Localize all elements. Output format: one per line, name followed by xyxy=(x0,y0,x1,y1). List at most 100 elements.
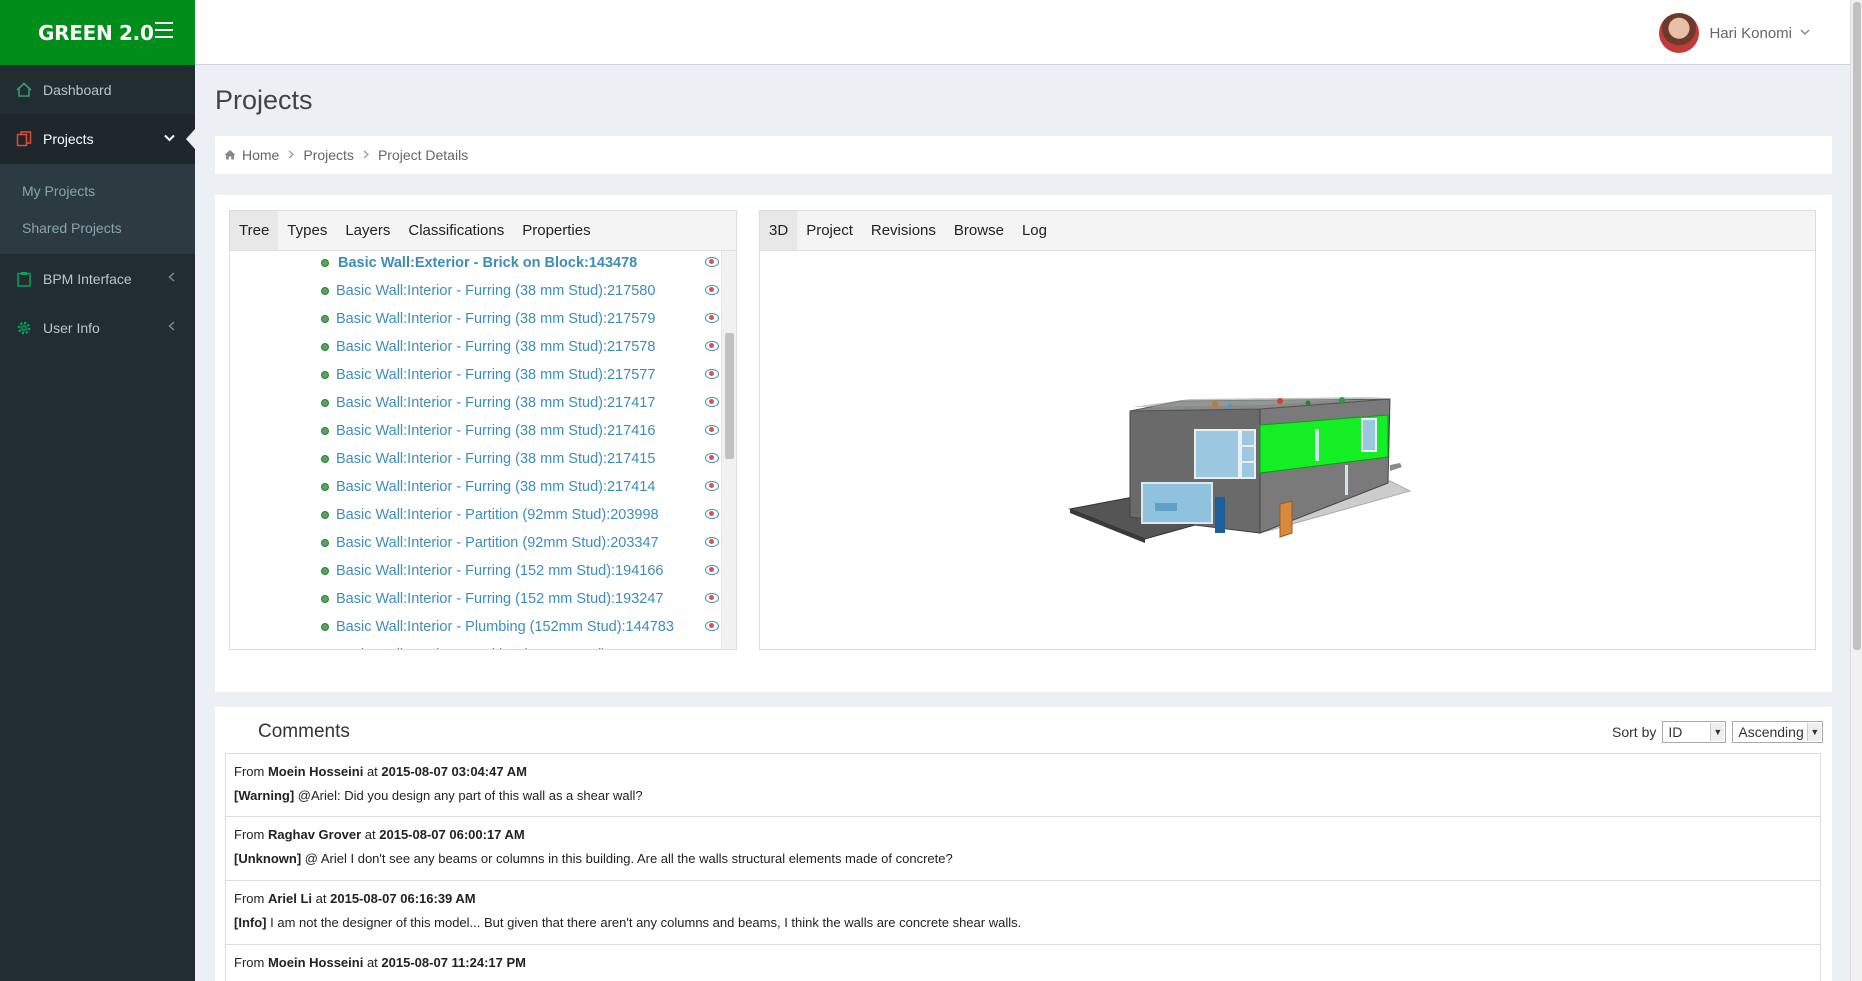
tab-properties[interactable]: Properties xyxy=(513,211,599,250)
eye-icon[interactable] xyxy=(705,425,719,435)
tree-item[interactable]: Basic Wall:Interior - Furring (152 mm St… xyxy=(230,559,721,587)
tree-item[interactable]: Basic Wall:Interior - Furring (38 mm Stu… xyxy=(230,475,721,503)
tree-item-label[interactable]: Basic Wall:Interior - Plumbing (152mm St… xyxy=(336,619,674,635)
comment-author[interactable]: Moein Hosseini xyxy=(268,955,363,970)
comment-item: From Ariel Li at 2015-08-07 06:16:39 AM [… xyxy=(225,881,1821,945)
user-menu[interactable]: Hari Konomi xyxy=(1659,13,1810,53)
eye-icon[interactable] xyxy=(705,397,719,407)
sidebar-item-label: User Info xyxy=(43,319,100,336)
sidebar-item-label: Dashboard xyxy=(43,81,112,98)
scrollbar-thumb[interactable] xyxy=(725,333,734,459)
tree-item-label[interactable]: Basic Wall:Interior - Furring (38 mm Stu… xyxy=(336,451,655,467)
comment-date: 2015-08-07 03:04:47 AM xyxy=(381,764,527,779)
tab-layers[interactable]: Layers xyxy=(336,211,399,250)
breadcrumb-projects[interactable]: Projects xyxy=(303,147,354,163)
eye-icon[interactable] xyxy=(705,313,719,323)
tree-item-label[interactable]: Basic Wall:Interior - Furring (152 mm St… xyxy=(336,591,663,607)
sort-controls: Sort by ID ▼ Ascending ▼ xyxy=(1612,721,1824,743)
logo-bar: GREEN 2.0 xyxy=(0,0,195,65)
top-navbar: Hari Konomi xyxy=(195,0,1850,65)
sidebar-item-dashboard[interactable]: Dashboard xyxy=(0,65,195,114)
tree-item-label[interactable]: Basic Wall:Interior - Furring (38 mm Stu… xyxy=(336,479,655,495)
eye-icon[interactable] xyxy=(705,621,719,631)
scrollbar-thumb[interactable] xyxy=(1853,2,1861,650)
eye-icon[interactable] xyxy=(705,257,719,267)
sidebar-item-projects[interactable]: Projects xyxy=(0,114,195,164)
tab-types[interactable]: Types xyxy=(278,211,336,250)
comment-at: at xyxy=(366,955,378,970)
node-bullet-icon xyxy=(321,539,329,547)
tab-3d[interactable]: 3D xyxy=(760,211,798,250)
chevron-left-icon xyxy=(168,321,175,334)
tree-item[interactable]: Basic Wall:Interior - Furring (38 mm Stu… xyxy=(230,279,721,307)
node-bullet-icon xyxy=(321,455,329,463)
tab-revisions[interactable]: Revisions xyxy=(862,211,945,250)
comment-author[interactable]: Moein Hosseini xyxy=(268,764,363,779)
files-icon xyxy=(15,131,33,147)
sort-order-select[interactable]: Ascending ▼ xyxy=(1732,721,1824,743)
comment-author[interactable]: Raghav Grover xyxy=(268,827,361,842)
tree-item[interactable]: Basic Wall:Interior - Furring (38 mm Stu… xyxy=(230,363,721,391)
node-bullet-icon xyxy=(321,315,329,323)
project-details-box: Tree Types Layers Classifications Proper… xyxy=(215,195,1832,692)
tree-item-label[interactable]: Basic Wall:Interior - Furring (38 mm Stu… xyxy=(336,311,655,327)
eye-icon[interactable] xyxy=(705,369,719,379)
sort-field-select[interactable]: ID ▼ xyxy=(1662,721,1727,743)
eye-icon[interactable] xyxy=(705,593,719,603)
eye-icon[interactable] xyxy=(705,481,719,491)
chevron-left-icon xyxy=(168,272,175,285)
tab-browse[interactable]: Browse xyxy=(945,211,1013,250)
app-brand[interactable]: GREEN 2.0 xyxy=(38,21,154,45)
eye-icon[interactable] xyxy=(705,537,719,547)
comment-author[interactable]: Ariel Li xyxy=(268,891,312,906)
tab-project[interactable]: Project xyxy=(797,211,862,250)
tree-item[interactable]: Basic Wall:Interior - Furring (38 mm Stu… xyxy=(230,419,721,447)
eye-icon[interactable] xyxy=(705,453,719,463)
tree-item[interactable]: Basic Wall:Interior - Furring (38 mm Stu… xyxy=(230,391,721,419)
tree-scrollbar[interactable] xyxy=(721,251,736,649)
sidebar-item-my-projects[interactable]: My Projects xyxy=(0,172,195,209)
tree-item[interactable]: Basic Wall:Interior - Furring (38 mm Stu… xyxy=(230,307,721,335)
tab-log[interactable]: Log xyxy=(1013,211,1056,250)
tree-item[interactable]: Basic Wall:Interior - Partition (92mm St… xyxy=(230,531,721,559)
comment-body: [Unknown] @ Ariel I don't see any beams … xyxy=(234,851,953,866)
tree-item[interactable]: Basic Wall:Interior - Partition (92mm St… xyxy=(230,503,721,531)
tree-item-label[interactable]: Basic Wall:Interior - Partition (92mm St… xyxy=(336,535,659,551)
building-3d-model[interactable] xyxy=(760,251,1815,649)
comment-date: 2015-08-07 06:00:17 AM xyxy=(379,827,525,842)
tree-item-label[interactable]: Basic Wall:Interior - Furring (38 mm Stu… xyxy=(336,339,655,355)
tree-item[interactable]: Basic Wall:Interior - Partition (92mm St… xyxy=(230,643,721,649)
tree-item[interactable]: Basic Wall:Interior - Plumbing (152mm St… xyxy=(230,615,721,643)
tree-item-label[interactable]: Basic Wall:Interior - Furring (38 mm Stu… xyxy=(336,395,655,411)
sidebar-item-bpm-interface[interactable]: BPM Interface xyxy=(0,254,195,303)
tree-item[interactable]: Basic Wall:Exterior - Brick on Block:143… xyxy=(230,251,721,279)
tab-classifications[interactable]: Classifications xyxy=(399,211,513,250)
breadcrumb: Home Projects Project Details xyxy=(215,136,1832,174)
sidebar-item-user-info[interactable]: User Info xyxy=(0,303,195,352)
tree-item-label[interactable]: Basic Wall:Exterior - Brick on Block:143… xyxy=(338,255,637,271)
comment-date: 2015-08-07 11:24:17 PM xyxy=(381,955,526,970)
eye-icon[interactable] xyxy=(705,341,719,351)
tree-item-label[interactable]: Basic Wall:Interior - Furring (38 mm Stu… xyxy=(336,283,655,299)
eye-icon[interactable] xyxy=(705,565,719,575)
tree-item-label[interactable]: Basic Wall:Interior - Furring (38 mm Stu… xyxy=(336,423,655,439)
viewer-panel: 3D Project Revisions Browse Log xyxy=(759,210,1816,650)
3d-viewer-canvas[interactable] xyxy=(760,251,1815,649)
tree-item[interactable]: Basic Wall:Interior - Furring (38 mm Stu… xyxy=(230,335,721,363)
tree-item-label[interactable]: Basic Wall:Interior - Partition (92mm St… xyxy=(336,507,659,523)
tree-item-label[interactable]: Basic Wall:Interior - Partition (92mm St… xyxy=(336,647,659,649)
gear-icon xyxy=(15,320,33,336)
comment-at: at xyxy=(364,827,376,842)
hamburger-menu-icon[interactable] xyxy=(155,22,173,38)
eye-icon[interactable] xyxy=(705,509,719,519)
tree-item-label[interactable]: Basic Wall:Interior - Furring (38 mm Stu… xyxy=(336,367,655,383)
page-scrollbar[interactable] xyxy=(1850,0,1862,981)
tree-item-label[interactable]: Basic Wall:Interior - Furring (152 mm St… xyxy=(336,563,663,579)
eye-icon[interactable] xyxy=(705,285,719,295)
tree-item[interactable]: Basic Wall:Interior - Furring (38 mm Stu… xyxy=(230,447,721,475)
sidebar-item-shared-projects[interactable]: Shared Projects xyxy=(0,209,195,246)
comment-header: From Moein Hosseini at 2015-08-07 03:04:… xyxy=(234,764,527,779)
breadcrumb-home[interactable]: Home xyxy=(242,147,279,163)
tab-tree[interactable]: Tree xyxy=(230,211,279,250)
tree-item[interactable]: Basic Wall:Interior - Furring (152 mm St… xyxy=(230,587,721,615)
